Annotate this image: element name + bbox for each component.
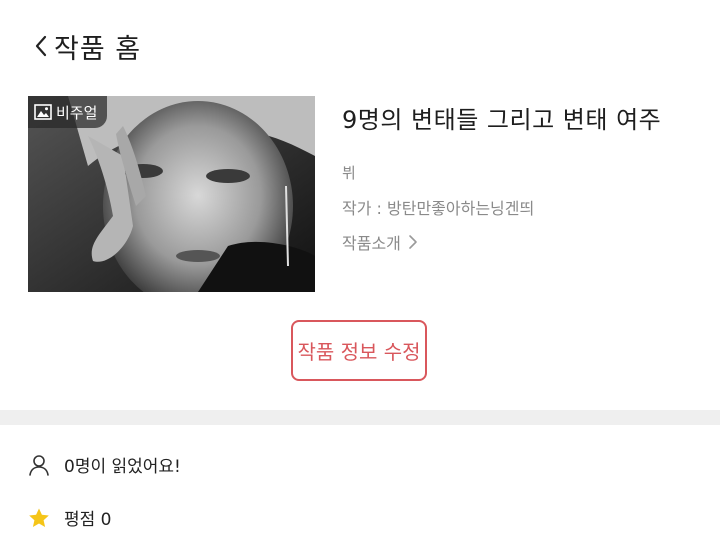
star-icon [29,508,49,527]
readers-count: 0명이 읽었어요! [28,452,181,477]
rating-text: 평점 0 [64,510,112,530]
work-intro-label: 작품소개 [342,234,401,253]
person-icon [29,454,49,476]
page-title: 작품 홈 [54,33,142,65]
back-to-work-home[interactable]: 작품 홈 [30,26,141,66]
work-home-page: 작품 홈 비주얼 9명의 변태들 그리고 변태 여주 뷔 작가: 방탄만좋아하… [0,0,720,540]
edit-work-info-button[interactable]: 작품 정보 수정 [291,320,427,381]
rating: 평점 0 [28,505,112,530]
cover-image[interactable]: 비주얼 [28,96,315,292]
chevron-right-icon [409,235,417,249]
work-title: 9명의 변태들 그리고 변태 여주 [342,106,662,134]
work-author[interactable]: 작가 : 방탄만좋아하는닝겐띄 [342,195,534,219]
work-info: 9명의 변태들 그리고 변태 여주 뷔 작가 : 방탄만좋아하는닝겐띄 작품소개 [342,96,702,253]
readers-count-text: 0명이 읽었어요! [64,457,181,477]
section-divider [0,410,720,425]
chevron-left-icon[interactable] [30,33,52,59]
work-genre: 뷔 [342,164,356,182]
visual-badge: 비주얼 [28,96,108,128]
work-intro-link[interactable]: 작품소개 [342,230,419,254]
image-icon [34,104,52,120]
visual-badge-label: 비주얼 [56,103,98,122]
